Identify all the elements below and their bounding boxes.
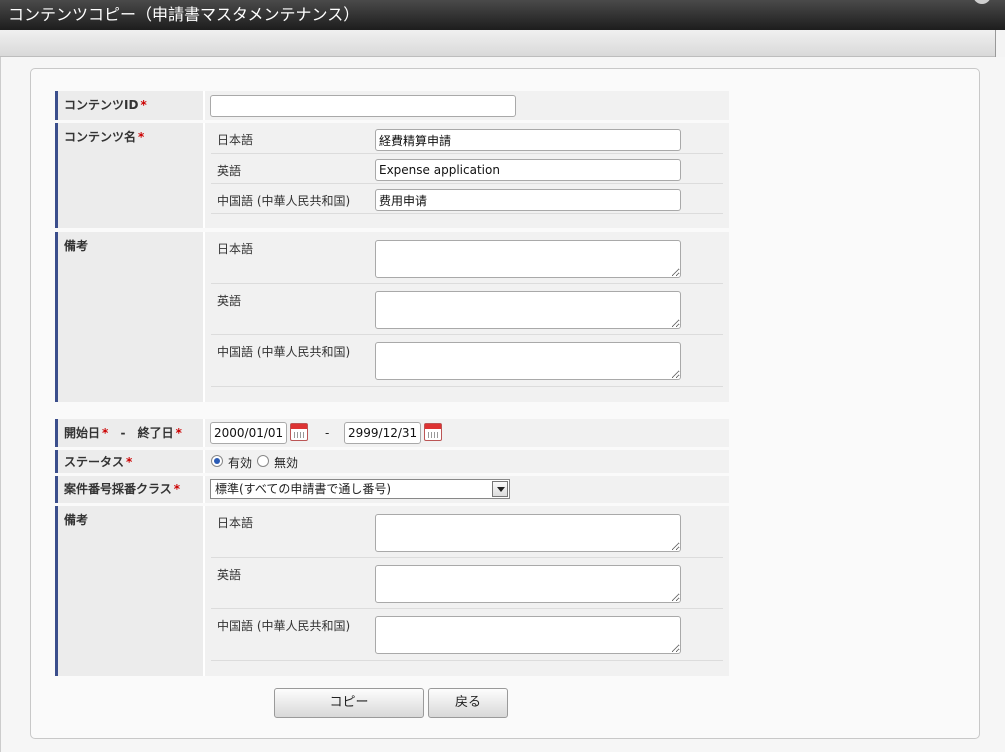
label-status: ステータス * [55, 450, 203, 473]
required-mark: * [102, 426, 109, 440]
required-mark: * [140, 98, 147, 112]
lang-label-ja: 日本語 [217, 516, 254, 530]
start-date-label: 開始日 [64, 426, 101, 440]
remarks-1-ja: 日本語 [211, 232, 723, 284]
lang-label-en: 英語 [217, 164, 242, 178]
scrollbar[interactable] [995, 30, 1005, 57]
label-text: ステータス [64, 455, 125, 469]
remarks-1-en: 英語 [211, 284, 723, 335]
status-inactive-label[interactable]: 無効 [274, 454, 298, 471]
row-content-id: コンテンツID * [55, 91, 729, 120]
label-text: コンテンツ名 [64, 130, 137, 144]
end-date-input[interactable] [344, 422, 421, 444]
remarks-1-zh: 中国語 (中華人民共和国) [211, 335, 723, 387]
content-name-ja-input[interactable] [375, 129, 681, 151]
calendar-icon[interactable] [424, 423, 442, 441]
range-dash: - [325, 426, 330, 440]
row-content-name: コンテンツ名* 日本語 英語 中国語 (中華人民共和国) [55, 123, 729, 228]
remarks-2-zh-textarea[interactable] [375, 616, 681, 654]
lang-label-ja: 日本語 [217, 242, 254, 256]
label-remarks-2: 備考 [55, 506, 203, 676]
label-period: 開始日 * - 終了日 * [55, 419, 203, 447]
status-active-label[interactable]: 有効 [228, 454, 252, 471]
content-name-zh-input[interactable] [375, 189, 681, 211]
status-active-radio[interactable] [211, 455, 223, 467]
end-date-label: 終了日 [137, 426, 174, 440]
status-inactive-radio[interactable] [257, 455, 269, 467]
content-name-zh: 中国語 (中華人民共和国) [211, 184, 723, 214]
remarks-1-ja-textarea[interactable] [375, 240, 681, 278]
lang-label-en: 英語 [217, 294, 242, 308]
window-title: コンテンツコピー（申請書マスタメンテナンス） [8, 5, 360, 24]
row-status: ステータス * 有効 無効 [55, 450, 729, 473]
lang-label-zh: 中国語 (中華人民共和国) [217, 345, 351, 359]
required-mark: * [138, 130, 145, 144]
numbering-class-select[interactable]: 標準(すべての申請書で通し番号) [210, 479, 510, 499]
value-content-id [205, 91, 729, 120]
label-separator: - [120, 426, 126, 440]
row-remarks-2: 備考 日本語 英語 中国語 (中華人民共和国) [55, 506, 729, 676]
copy-button[interactable]: コピー [274, 688, 424, 718]
content-name-en: 英語 [211, 154, 723, 184]
remarks-1-en-textarea[interactable] [375, 291, 681, 329]
row-numbering-class: 案件番号採番クラス * 標準(すべての申請書で通し番号) [55, 476, 729, 503]
start-date-input[interactable] [210, 422, 287, 444]
label-text: 備考 [64, 513, 89, 527]
window-control-icon[interactable] [973, 0, 991, 4]
label-text: コンテンツID [64, 98, 139, 112]
required-mark: * [173, 482, 181, 496]
value-content-name: 日本語 英語 中国語 (中華人民共和国) [205, 123, 729, 228]
label-remarks-1: 備考 [55, 232, 203, 402]
lang-label-zh: 中国語 (中華人民共和国) [217, 194, 351, 208]
value-status: 有効 無効 [205, 450, 729, 473]
lang-label-en: 英語 [217, 568, 242, 582]
required-mark: * [126, 455, 133, 469]
value-numbering-class: 標準(すべての申請書で通し番号) [205, 476, 729, 503]
page-content: コンテンツID* コンテンツ名* 日本語 英語 中国語 [0, 57, 1005, 752]
value-remarks-1: 日本語 英語 中国語 (中華人民共和国) [205, 232, 729, 402]
label-text: 案件番号採番クラス [64, 482, 172, 496]
content-name-en-input[interactable] [375, 159, 681, 181]
remarks-1-zh-textarea[interactable] [375, 342, 681, 380]
form-panel: コンテンツID* コンテンツ名* 日本語 英語 中国語 [30, 68, 980, 739]
value-period: - [205, 419, 729, 447]
content-id-input[interactable] [210, 95, 516, 117]
remarks-2-zh: 中国語 (中華人民共和国) [211, 609, 723, 661]
lang-label-zh: 中国語 (中華人民共和国) [217, 619, 351, 633]
select-value: 標準(すべての申請書で通し番号) [215, 482, 392, 496]
label-numbering-class: 案件番号採番クラス * [55, 476, 203, 503]
remarks-2-ja: 日本語 [211, 506, 723, 558]
label-text: 備考 [64, 239, 89, 253]
required-mark: * [175, 426, 182, 440]
label-content-name: コンテンツ名 * [55, 123, 203, 228]
value-remarks-2: 日本語 英語 中国語 (中華人民共和国) [205, 506, 729, 676]
lang-label-ja: 日本語 [217, 133, 254, 147]
remarks-2-en-textarea[interactable] [375, 565, 681, 603]
row-remarks-1: 備考 日本語 英語 中国語 (中華人民共和国) [55, 232, 729, 402]
chevron-down-icon[interactable] [492, 481, 508, 497]
back-button[interactable]: 戻る [428, 688, 508, 718]
content-name-ja: 日本語 [211, 123, 723, 154]
toolbar [0, 30, 1005, 57]
label-content-id: コンテンツID * [55, 91, 203, 120]
window-titlebar: コンテンツコピー（申請書マスタメンテナンス） [0, 0, 1005, 30]
remarks-2-en: 英語 [211, 558, 723, 609]
row-period: 開始日* - 終了日* - [55, 419, 729, 447]
remarks-2-ja-textarea[interactable] [375, 514, 681, 552]
calendar-icon[interactable] [290, 423, 308, 441]
